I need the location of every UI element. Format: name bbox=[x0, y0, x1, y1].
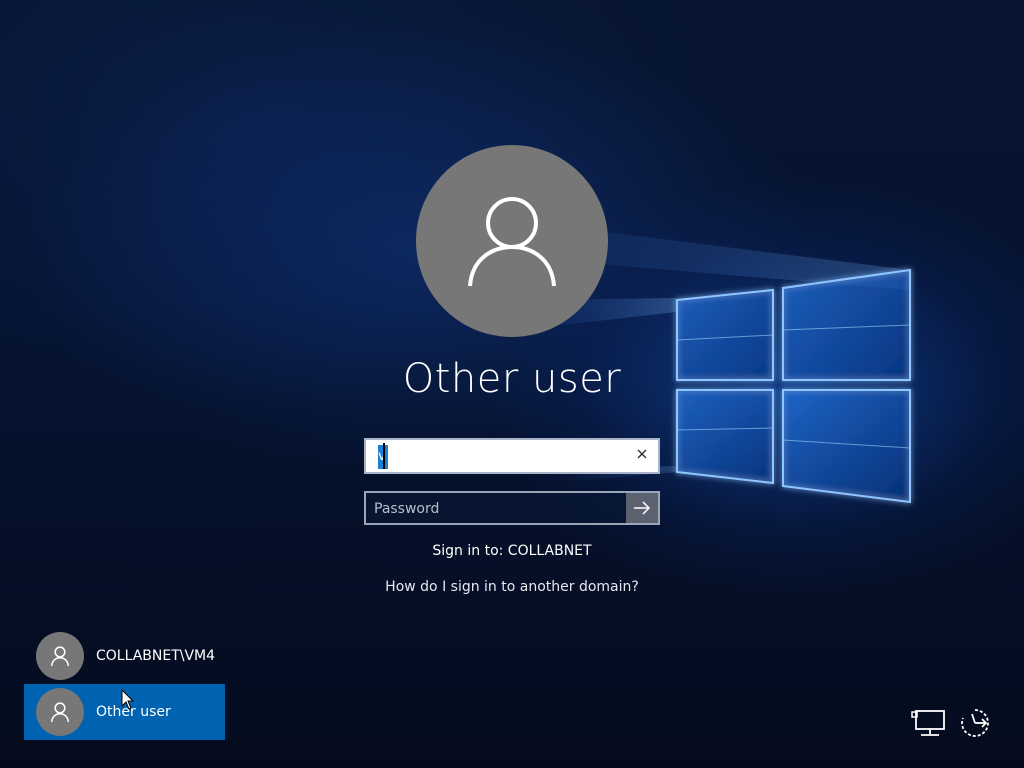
close-icon bbox=[637, 449, 647, 459]
password-field[interactable] bbox=[364, 491, 660, 525]
ease-of-access-button[interactable] bbox=[958, 706, 992, 740]
user-silhouette-icon bbox=[50, 646, 70, 667]
avatar bbox=[36, 688, 84, 736]
user-tile-label: COLLABNET\VM4 bbox=[96, 648, 216, 664]
user-tile-collabnet-vm4[interactable]: COLLABNET\VM4 bbox=[24, 628, 225, 684]
password-input[interactable] bbox=[372, 496, 626, 522]
user-avatar bbox=[416, 145, 608, 337]
network-icon bbox=[911, 710, 945, 736]
avatar bbox=[36, 632, 84, 680]
arrow-right-icon bbox=[634, 501, 651, 515]
domain-help-link[interactable]: How do I sign in to another domain? bbox=[312, 579, 712, 595]
network-button[interactable] bbox=[911, 706, 945, 740]
signin-domain-text: Sign in to: COLLABNET bbox=[432, 543, 592, 559]
user-silhouette-icon bbox=[50, 702, 70, 723]
username-input[interactable] bbox=[374, 444, 628, 468]
clear-button[interactable] bbox=[632, 446, 652, 466]
submit-button[interactable] bbox=[626, 493, 658, 523]
ease-of-access-icon bbox=[961, 709, 989, 737]
username-field[interactable]: v bbox=[364, 438, 660, 474]
user-silhouette-icon bbox=[468, 197, 556, 287]
user-display-name: Other user bbox=[402, 356, 622, 402]
mouse-pointer-icon bbox=[121, 689, 135, 710]
